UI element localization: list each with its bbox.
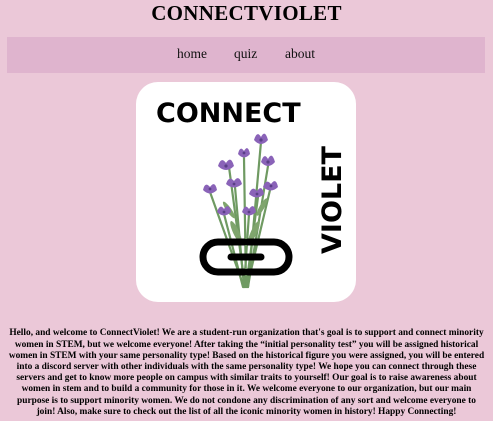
logo-graphic: CONNECT VIOLET — [156, 98, 348, 289]
nav-quiz-link[interactable]: quiz — [234, 46, 257, 62]
logo-wordmark-violet: VIOLET — [317, 145, 348, 254]
logo-wordmark-connect: CONNECT — [156, 98, 301, 129]
intro-paragraph: Hello, and welcome to ConnectViolet! We … — [8, 328, 485, 417]
nav-about-link[interactable]: about — [285, 46, 315, 62]
connectviolet-logo: CONNECT VIOLET — [136, 82, 356, 302]
navbar: home quiz about — [7, 37, 485, 73]
nav-home-link[interactable]: home — [177, 46, 207, 62]
site-title: CONNECTVIOLET — [151, 1, 342, 25]
